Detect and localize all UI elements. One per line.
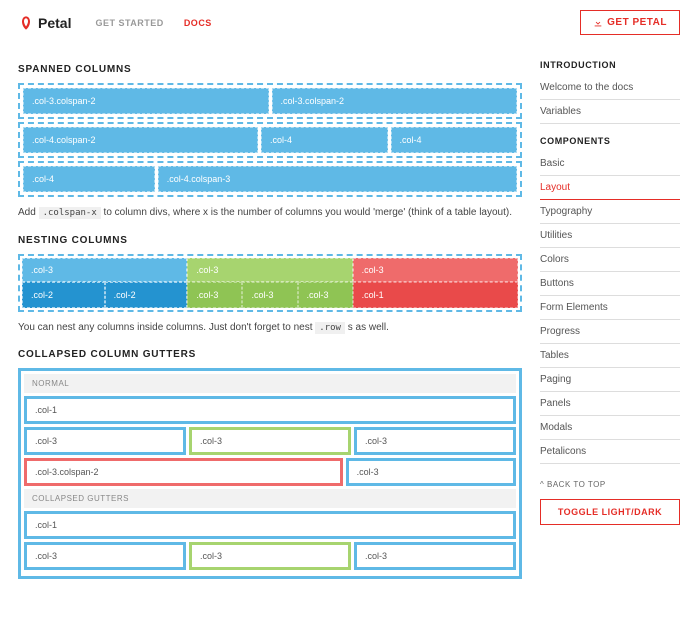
grid-cell: .col-3.colspan-2 bbox=[23, 88, 269, 114]
grid-cell: .col-4 bbox=[261, 127, 388, 153]
collapsed-cell: .col-3 bbox=[346, 458, 516, 486]
sidebar-item[interactable]: Typography bbox=[540, 200, 680, 224]
collapsed-row: .col-1 bbox=[24, 511, 516, 539]
header: Petal GET STARTED DOCS GET PETAL bbox=[0, 0, 698, 44]
collapsed-cell: .col-3 bbox=[24, 542, 186, 570]
grid-cell: .col-4.colspan-3 bbox=[158, 166, 517, 192]
collapsed-cell: .col-1 bbox=[24, 396, 516, 424]
nest-inner-row: .col-1 bbox=[353, 282, 518, 308]
nesting-description: You can nest any columns inside columns.… bbox=[18, 320, 522, 336]
section-title-nesting: NESTING COLUMNS bbox=[18, 235, 522, 246]
sidebar-components-head: COMPONENTS bbox=[540, 136, 680, 146]
collapsed-cell: .col-3.colspan-2 bbox=[24, 458, 343, 486]
nest-cell: .col-3 bbox=[298, 282, 353, 308]
nest-column: .col-3.col-2.col-2 bbox=[22, 258, 187, 308]
nest-head: .col-3 bbox=[353, 258, 518, 282]
get-petal-button[interactable]: GET PETAL bbox=[580, 10, 680, 35]
sidebar-item[interactable]: Basic bbox=[540, 152, 680, 176]
sidebar-item[interactable]: Welcome to the docs bbox=[540, 76, 680, 100]
collapsed-row: .col-3.col-3.col-3 bbox=[24, 427, 516, 455]
collapsed-cell: .col-3 bbox=[189, 427, 351, 455]
normal-label: NORMAL bbox=[24, 374, 516, 393]
main-content: SPANNED COLUMNS .col-3.colspan-2.col-3.c… bbox=[18, 58, 522, 583]
grid-row: .col-4.col-4.colspan-3 bbox=[18, 161, 522, 197]
grid-row: .col-4.colspan-2.col-4.col-4 bbox=[18, 122, 522, 158]
sidebar-item[interactable]: Utilities bbox=[540, 224, 680, 248]
chevron-up-icon: ^ bbox=[540, 480, 544, 489]
download-icon bbox=[593, 18, 603, 28]
petal-icon bbox=[18, 15, 34, 31]
sidebar-item[interactable]: Layout bbox=[540, 176, 680, 200]
nav-get-started[interactable]: GET STARTED bbox=[95, 18, 163, 28]
collapsed-cell: .col-3 bbox=[189, 542, 351, 570]
nest-column: .col-3.col-3.col-3.col-3 bbox=[187, 258, 352, 308]
top-nav: GET STARTED DOCS bbox=[95, 18, 211, 28]
nest-cell: .col-1 bbox=[353, 282, 518, 308]
grid-cell: .col-4 bbox=[391, 127, 518, 153]
sidebar-item[interactable]: Paging bbox=[540, 368, 680, 392]
toggle-theme-button[interactable]: TOGGLE LIGHT/DARK bbox=[540, 499, 680, 525]
grid-row: .col-3.colspan-2.col-3.colspan-2 bbox=[18, 83, 522, 119]
collapsed-cell: .col-3 bbox=[354, 427, 516, 455]
back-to-top[interactable]: ^ BACK TO TOP bbox=[540, 480, 680, 489]
nest-inner-row: .col-3.col-3.col-3 bbox=[187, 282, 352, 308]
sidebar-item[interactable]: Colors bbox=[540, 248, 680, 272]
collapsed-cell: .col-3 bbox=[24, 427, 186, 455]
logo[interactable]: Petal bbox=[18, 15, 71, 31]
nest-cell: .col-2 bbox=[22, 282, 105, 308]
spanned-description: Add .colspan-x to column divs, where x i… bbox=[18, 205, 522, 221]
grid-cell: .col-3.colspan-2 bbox=[272, 88, 518, 114]
collapsed-row: .col-3.col-3.col-3 bbox=[24, 542, 516, 570]
sidebar-item[interactable]: Panels bbox=[540, 392, 680, 416]
grid-cell: .col-4 bbox=[23, 166, 155, 192]
logo-text: Petal bbox=[38, 15, 71, 31]
nest-cell: .col-3 bbox=[187, 282, 242, 308]
nest-cell: .col-2 bbox=[105, 282, 188, 308]
collapsed-label: COLLAPSED GUTTERS bbox=[24, 489, 516, 508]
collapsed-cell: .col-1 bbox=[24, 511, 516, 539]
nesting-demo: .col-3.col-2.col-2.col-3.col-3.col-3.col… bbox=[18, 254, 522, 312]
section-title-collapsed: COLLAPSED COLUMN GUTTERS bbox=[18, 349, 522, 360]
sidebar: INTRODUCTION Welcome to the docsVariable… bbox=[540, 58, 680, 583]
sidebar-item[interactable]: Progress bbox=[540, 320, 680, 344]
sidebar-item[interactable]: Tables bbox=[540, 344, 680, 368]
sidebar-item[interactable]: Form Elements bbox=[540, 296, 680, 320]
collapsed-row: .col-3.colspan-2.col-3 bbox=[24, 458, 516, 486]
collapsed-normal-box: NORMAL .col-1.col-3.col-3.col-3.col-3.co… bbox=[18, 368, 522, 579]
sidebar-item[interactable]: Petalicons bbox=[540, 440, 680, 464]
grid-cell: .col-4.colspan-2 bbox=[23, 127, 258, 153]
collapsed-cell: .col-3 bbox=[354, 542, 516, 570]
nest-column: .col-3.col-1 bbox=[353, 258, 518, 308]
sidebar-item[interactable]: Buttons bbox=[540, 272, 680, 296]
collapsed-row: .col-1 bbox=[24, 396, 516, 424]
nav-docs[interactable]: DOCS bbox=[184, 18, 212, 28]
nest-cell: .col-3 bbox=[242, 282, 297, 308]
section-title-spanned: SPANNED COLUMNS bbox=[18, 64, 522, 75]
sidebar-intro-head: INTRODUCTION bbox=[540, 60, 680, 70]
nest-head: .col-3 bbox=[22, 258, 187, 282]
nest-inner-row: .col-2.col-2 bbox=[22, 282, 187, 308]
nest-head: .col-3 bbox=[187, 258, 352, 282]
sidebar-item[interactable]: Variables bbox=[540, 100, 680, 124]
sidebar-item[interactable]: Modals bbox=[540, 416, 680, 440]
